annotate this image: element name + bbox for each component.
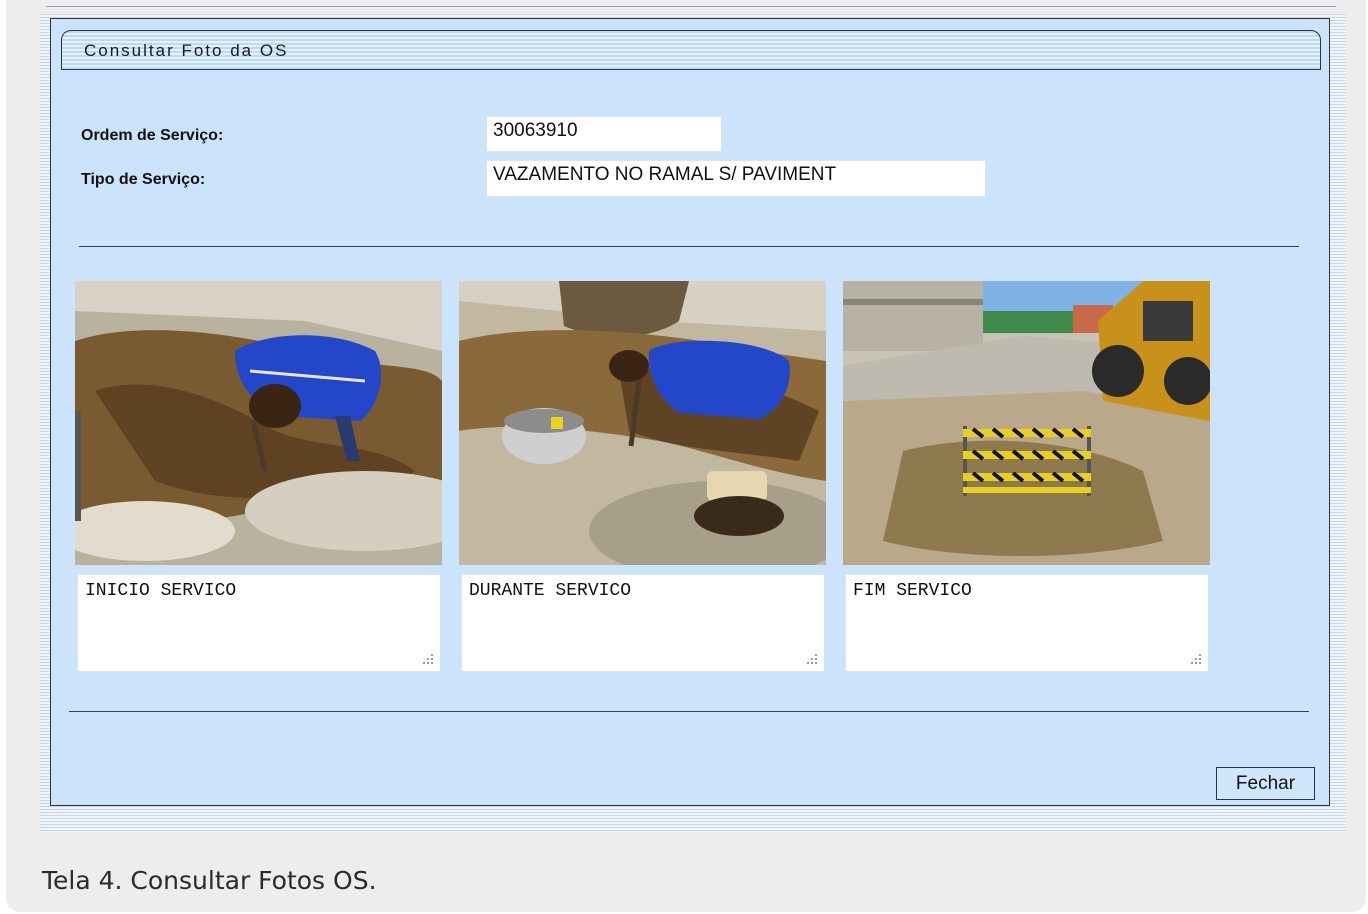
form-title: Consultar Foto da OS (84, 41, 289, 60)
tipo-servico-field[interactable]: VAZAMENTO NO RAMAL S/ PAVIMENT (486, 160, 986, 197)
resize-grip-icon[interactable] (806, 653, 818, 665)
photo-caption-fim[interactable]: FIM SERVICO (845, 574, 1209, 672)
photo-durante[interactable] (459, 281, 826, 565)
photo-fim[interactable] (843, 281, 1210, 565)
ordem-servico-field[interactable]: 30063910 (486, 116, 722, 152)
close-button[interactable]: Fechar (1216, 767, 1315, 800)
photo-caption-inicio[interactable]: INICIO SERVICO (77, 574, 441, 672)
ordem-label: Ordem de Serviço: (81, 127, 224, 144)
form-title-bar: Consultar Foto da OS (61, 30, 1321, 70)
caption-text: DURANTE SERVICO (469, 581, 632, 601)
photo-caption-durante[interactable]: DURANTE SERVICO (461, 574, 825, 672)
resize-grip-icon[interactable] (422, 653, 434, 665)
caption-text: INICIO SERVICO (85, 581, 237, 601)
resize-grip-icon[interactable] (1190, 653, 1202, 665)
top-separator (79, 246, 1299, 247)
caption-text: FIM SERVICO (853, 581, 972, 601)
bottom-separator (69, 711, 1309, 712)
divider (46, 6, 1336, 7)
tipo-label: Tipo de Serviço: (81, 171, 206, 188)
figure-caption: Tela 4. Consultar Fotos OS. (42, 866, 377, 895)
consult-photo-form: Consultar Foto da OS Ordem de Serviço: 3… (50, 18, 1330, 806)
photo-inicio[interactable] (75, 281, 442, 565)
page-frame: Consultar Foto da OS Ordem de Serviço: 3… (6, 0, 1366, 912)
